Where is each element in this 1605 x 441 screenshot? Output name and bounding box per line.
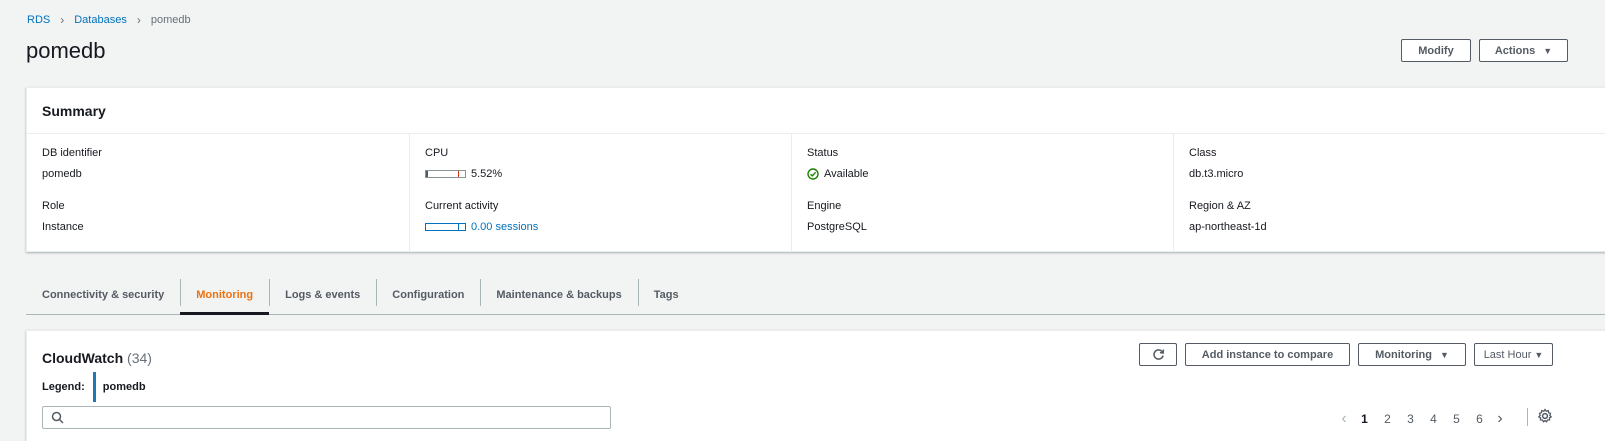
page-5[interactable]: 5	[1445, 412, 1468, 426]
class-label: Class	[1189, 147, 1217, 159]
page-6[interactable]: 6	[1468, 412, 1491, 426]
sessions-link[interactable]: 0.00 sessions	[471, 221, 538, 233]
cloudwatch-title: CloudWatch (34)	[42, 350, 152, 366]
chevron-right-icon: ›	[60, 13, 65, 27]
page-4[interactable]: 4	[1422, 412, 1445, 426]
tab-monitoring[interactable]: Monitoring	[180, 275, 269, 315]
cloudwatch-count: (34)	[127, 350, 152, 366]
activity-meter	[425, 223, 466, 231]
legend-swatch	[92, 372, 96, 402]
add-instance-button[interactable]: Add instance to compare	[1185, 343, 1350, 366]
cpu-meter	[425, 170, 466, 178]
tab-configuration[interactable]: Configuration	[376, 275, 480, 314]
role-label: Role	[42, 200, 65, 212]
cpu-meter-threshold	[458, 171, 459, 177]
refresh-button[interactable]	[1139, 343, 1177, 366]
region-label: Region & AZ	[1189, 200, 1251, 212]
time-range-dropdown[interactable]: Last Hour ▼	[1474, 343, 1553, 366]
tab-tags[interactable]: Tags	[637, 275, 695, 314]
page-3[interactable]: 3	[1399, 412, 1422, 426]
summary-header: Summary	[27, 88, 1605, 134]
search-icon	[51, 411, 64, 424]
current-activity-label: Current activity	[425, 200, 499, 212]
status-value: Available	[824, 168, 869, 180]
caret-down-icon: ▼	[1439, 349, 1449, 360]
summary-panel: Summary DB identifier pomedb Role Instan…	[26, 87, 1605, 252]
cpu-meter-fill	[426, 171, 428, 177]
time-range-label: Last Hour	[1483, 348, 1532, 361]
summary-column-status: Status Available Engine PostgreSQL	[791, 134, 1173, 252]
tab-connectivity-security[interactable]: Connectivity & security	[26, 275, 180, 314]
detail-tabs: Connectivity & security Monitoring Logs …	[26, 275, 1605, 315]
breadcrumb: RDS › Databases › pomedb	[27, 13, 191, 27]
summary-column-cpu: CPU 5.52% Current activity 0.00 sessions	[409, 134, 791, 252]
breadcrumb-current: pomedb	[150, 14, 191, 26]
breadcrumb-rds[interactable]: RDS	[27, 14, 50, 26]
cloudwatch-title-text: CloudWatch	[42, 350, 124, 366]
caret-down-icon: ▼	[1543, 45, 1553, 56]
pager-divider	[1527, 408, 1528, 426]
modify-button-label: Modify	[1418, 44, 1454, 57]
summary-column-identifier: DB identifier pomedb Role Instance	[27, 134, 409, 252]
search-input[interactable]	[42, 406, 611, 429]
previous-page-icon[interactable]: ‹	[1335, 410, 1353, 428]
pagination: ‹ 1 2 3 4 5 6 ›	[1335, 410, 1509, 428]
cloudwatch-panel: CloudWatch (34) Legend: pomedb Add insta…	[26, 330, 1605, 441]
legend-item: pomedb	[102, 381, 146, 393]
cpu-value: 5.52%	[471, 168, 503, 180]
refresh-icon	[1152, 349, 1164, 360]
monitoring-dropdown-label: Monitoring	[1375, 348, 1432, 361]
next-page-icon[interactable]: ›	[1491, 410, 1509, 428]
tab-maintenance-backups[interactable]: Maintenance & backups	[480, 275, 637, 314]
engine-label: Engine	[807, 200, 842, 212]
status-label: Status	[807, 147, 839, 159]
role-value: Instance	[42, 221, 84, 233]
legend: Legend: pomedb	[42, 372, 146, 402]
cpu-label: CPU	[425, 147, 449, 159]
engine-value: PostgreSQL	[807, 221, 867, 233]
modify-button[interactable]: Modify	[1401, 39, 1471, 62]
page-title: pomedb	[26, 38, 106, 63]
db-identifier-value: pomedb	[42, 168, 82, 180]
class-value: db.t3.micro	[1189, 168, 1244, 180]
page-2[interactable]: 2	[1376, 412, 1399, 426]
chevron-right-icon: ›	[136, 13, 141, 27]
caret-down-icon: ▼	[1534, 349, 1544, 360]
activity-meter-threshold	[458, 224, 459, 230]
page-1[interactable]: 1	[1353, 412, 1376, 426]
region-value: ap-northeast-1d	[1189, 221, 1267, 233]
add-instance-label: Add instance to compare	[1201, 348, 1334, 361]
legend-label: Legend:	[42, 381, 85, 393]
monitoring-dropdown[interactable]: Monitoring ▼	[1358, 343, 1466, 366]
summary-column-class: Class db.t3.micro Region & AZ ap-northea…	[1173, 134, 1605, 252]
tab-logs-events[interactable]: Logs & events	[269, 275, 376, 314]
gear-icon[interactable]	[1537, 408, 1553, 424]
summary-title: Summary	[42, 102, 106, 119]
breadcrumb-databases[interactable]: Databases	[74, 14, 127, 26]
db-identifier-label: DB identifier	[42, 147, 102, 159]
actions-button[interactable]: Actions ▼	[1479, 39, 1568, 62]
check-circle-icon	[807, 168, 819, 180]
actions-button-label: Actions	[1494, 44, 1536, 57]
